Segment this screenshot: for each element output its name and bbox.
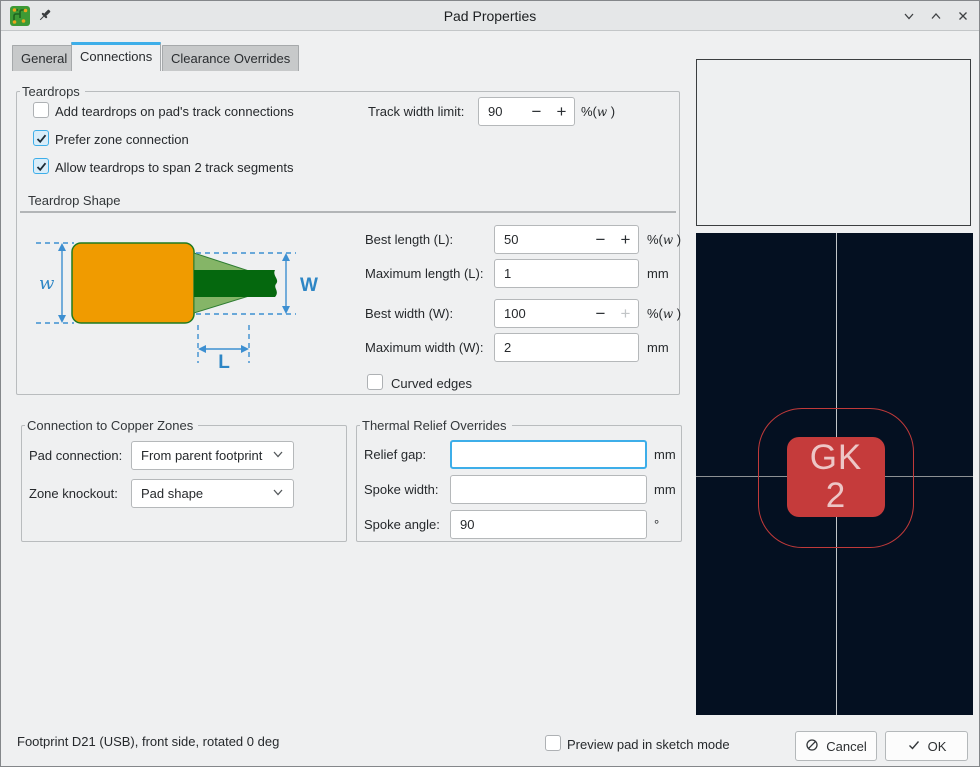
ok-button[interactable]: OK (885, 731, 968, 761)
thermal-relief-group-legend: Thermal Relief Overrides (360, 418, 512, 433)
tab-connections[interactable]: Connections (71, 42, 161, 71)
spoke-width-field (450, 475, 647, 504)
best-length-label: Best length (L): (365, 232, 453, 247)
svg-text:L: L (218, 352, 230, 372)
svg-text:W: W (300, 275, 318, 296)
allow-span-checkbox[interactable] (33, 158, 49, 174)
prefer-zone-checkbox[interactable] (33, 130, 49, 146)
zone-knockout-dropdown[interactable]: Pad shape (131, 479, 294, 508)
copper-zones-group-legend: Connection to Copper Zones (25, 418, 198, 433)
teardrop-shape-heading: Teardrop Shape (28, 193, 121, 208)
parent-info-panel (696, 59, 971, 226)
max-width-unit: mm (647, 340, 669, 355)
track-width-limit-spin: − + (478, 97, 575, 126)
add-teardrops-checkbox[interactable] (33, 102, 49, 118)
relief-gap-input[interactable] (452, 442, 645, 467)
relief-gap-field (450, 440, 647, 469)
pad-number-label: 2 (826, 477, 846, 515)
curved-edges-label: Curved edges (391, 376, 472, 391)
titlebar: Pad Properties (1, 1, 979, 31)
pad-net-label: GK (810, 439, 863, 477)
curved-edges-checkbox[interactable] (367, 374, 383, 390)
shade-window-icon[interactable] (901, 8, 917, 24)
teardrop-shape-diagram: w W L (28, 226, 348, 372)
decrement-icon[interactable]: − (588, 300, 613, 327)
footprint-status-text: Footprint D21 (USB), front side, rotated… (17, 734, 279, 749)
spoke-width-label: Spoke width: (364, 482, 438, 497)
window-title: Pad Properties (1, 8, 979, 24)
track-width-limit-label: Track width limit: (368, 104, 464, 119)
decrement-icon[interactable]: − (524, 98, 549, 125)
pad-preview-canvas[interactable]: GK 2 (696, 233, 973, 715)
spoke-width-input[interactable] (451, 476, 646, 503)
pad-properties-dialog: Pad Properties General Connections Clear… (0, 0, 980, 767)
max-length-unit: mm (647, 266, 669, 281)
svg-text:w: w (39, 273, 55, 294)
relief-gap-label: Relief gap: (364, 447, 426, 462)
cancel-button[interactable]: Cancel (795, 731, 877, 761)
best-width-suffix: %(w ) (647, 306, 681, 321)
increment-icon[interactable]: + (613, 226, 638, 253)
check-icon (907, 738, 921, 755)
tab-clearance-overrides[interactable]: Clearance Overrides (162, 45, 299, 71)
pad-connection-value: From parent footprint (141, 448, 262, 463)
spoke-width-unit: mm (654, 482, 676, 497)
cancel-icon (805, 738, 819, 755)
teardrops-group: Teardrops Add teardrops on pad's track c… (16, 91, 680, 395)
max-width-field (494, 333, 639, 362)
teardrops-group-legend: Teardrops (20, 84, 85, 99)
best-length-spin: − + (494, 225, 639, 254)
copper-zones-group: Connection to Copper Zones Pad connectio… (21, 425, 347, 542)
preview-pad: GK 2 (787, 437, 885, 517)
max-length-label: Maximum length (L): (365, 266, 483, 281)
thermal-relief-group: Thermal Relief Overrides Relief gap: mm … (356, 425, 682, 542)
decrement-icon[interactable]: − (588, 226, 613, 253)
close-window-icon[interactable] (955, 8, 971, 24)
best-width-input[interactable] (495, 300, 588, 327)
best-width-spin: − + (494, 299, 639, 328)
best-length-input[interactable] (495, 226, 588, 253)
sketch-mode-label: Preview pad in sketch mode (567, 737, 730, 752)
max-width-input[interactable] (495, 334, 638, 361)
spoke-angle-input[interactable] (451, 511, 646, 538)
pad-connection-dropdown[interactable]: From parent footprint (131, 441, 294, 470)
zone-knockout-label: Zone knockout: (29, 486, 118, 501)
max-width-label: Maximum width (W): (365, 340, 483, 355)
track-width-limit-input[interactable] (479, 98, 524, 125)
zone-knockout-value: Pad shape (141, 486, 203, 501)
spoke-angle-label: Spoke angle: (364, 517, 440, 532)
tab-general[interactable]: General (12, 45, 76, 71)
max-length-field (494, 259, 639, 288)
teardrop-shape-separator (20, 211, 676, 213)
allow-span-label: Allow teardrops to span 2 track segments (55, 160, 293, 175)
add-teardrops-label: Add teardrops on pad's track connections (55, 104, 294, 119)
increment-icon[interactable]: + (549, 98, 574, 125)
chevron-down-icon (272, 448, 284, 463)
chevron-down-icon (272, 486, 284, 501)
spoke-angle-unit: ° (654, 517, 659, 532)
increment-icon-disabled: + (613, 300, 638, 327)
track-width-limit-suffix: %(w ) (581, 104, 615, 119)
maximize-window-icon[interactable] (928, 8, 944, 24)
sketch-mode-checkbox[interactable] (545, 735, 561, 751)
pad-connection-label: Pad connection: (29, 448, 122, 463)
best-length-suffix: %(w ) (647, 232, 681, 247)
max-length-input[interactable] (495, 260, 638, 287)
best-width-label: Best width (W): (365, 306, 453, 321)
relief-gap-unit: mm (654, 447, 676, 462)
prefer-zone-label: Prefer zone connection (55, 132, 189, 147)
spoke-angle-field (450, 510, 647, 539)
